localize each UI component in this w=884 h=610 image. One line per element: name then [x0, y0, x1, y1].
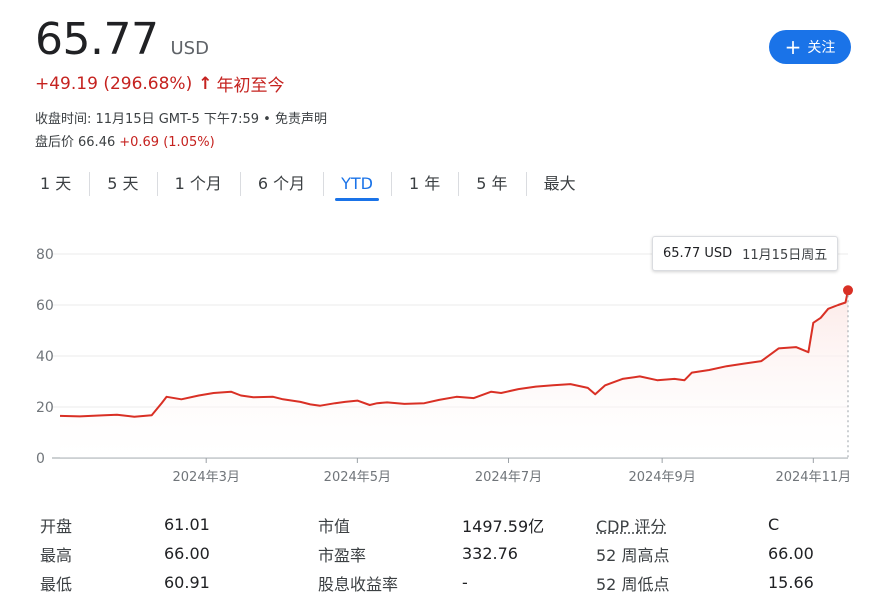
stat-label-low: 最低	[40, 574, 73, 594]
y-tick-label: 0	[36, 451, 45, 467]
tooltip-date: 11月15日周五	[742, 248, 828, 263]
x-tick-label: 2024年3月	[173, 470, 240, 485]
stat-value-market-cap: 1497.59亿	[462, 516, 545, 536]
price-header: 65.77 USD	[35, 14, 209, 65]
price-area-fill	[60, 290, 848, 458]
x-tick-label: 2024年5月	[324, 470, 391, 485]
tab-1y[interactable]: 1 年	[391, 169, 458, 199]
stat-label-52w-high: 52 周高点	[596, 545, 670, 565]
plus-icon: +	[784, 35, 802, 59]
x-tick-label: 2024年9月	[628, 470, 695, 485]
tab-ytd[interactable]: YTD	[323, 169, 391, 201]
chart-tooltip: 65.77 USD 11月15日周五	[652, 236, 839, 271]
stat-value-open: 61.01	[164, 515, 210, 534]
y-tick-label: 40	[36, 349, 54, 365]
y-tick-label: 20	[36, 400, 54, 416]
key-stats-table: 开盘 61.01 市值 1497.59亿 CDP 评分 C 最高 66.00 市…	[40, 510, 860, 597]
stat-label-high: 最高	[40, 545, 73, 565]
stat-value-high: 66.00	[164, 544, 210, 563]
tab-1m[interactable]: 1 个月	[156, 169, 240, 199]
change-period: 年初至今	[216, 76, 285, 96]
x-tick-label: 2024年7月	[475, 470, 542, 485]
stat-value-pe-ratio: 332.76	[462, 544, 518, 563]
stats-row: 开盘 61.01 市值 1497.59亿 CDP 评分 C	[40, 510, 860, 539]
stats-row: 最低 60.91 股息收益率 - 52 周低点 15.66	[40, 568, 860, 597]
stat-label-52w-low: 52 周低点	[596, 574, 670, 594]
price-change: +49.19 (296.68%) ↑ 年初至今	[35, 71, 285, 97]
stat-label-market-cap: 市值	[318, 516, 351, 536]
stat-label-cdp-score[interactable]: CDP 评分	[596, 513, 768, 537]
y-tick-label: 80	[36, 247, 54, 263]
stat-label-pe-ratio: 市盈率	[318, 545, 367, 565]
stat-value-cdp-score: C	[768, 515, 780, 534]
stat-label-open: 开盘	[40, 516, 73, 536]
after-hours-change: +0.69 (1.05%)	[119, 135, 215, 150]
follow-button-label: 关注	[807, 40, 836, 56]
current-price: 65.77	[35, 14, 159, 65]
tab-5d[interactable]: 5 天	[89, 169, 156, 199]
follow-button[interactable]: + 关注	[769, 30, 851, 64]
change-value: +49.19 (296.68%)	[35, 73, 193, 94]
stats-row: 最高 66.00 市盈率 332.76 52 周高点 66.00	[40, 539, 860, 568]
after-hours-row: 盘后价 66.46 +0.69 (1.05%)	[35, 131, 215, 150]
after-hours-label: 盘后价	[35, 135, 75, 150]
currency-label: USD	[170, 38, 209, 59]
stat-value-52w-low: 15.66	[768, 573, 814, 592]
after-hours-price: 66.46	[78, 135, 116, 150]
stat-label-dividend-yield: 股息收益率	[318, 574, 399, 594]
last-price-dot	[843, 285, 853, 296]
stat-value-low: 60.91	[164, 573, 210, 592]
range-tabs: 1 天 5 天 1 个月 6 个月 YTD 1 年 5 年 最大	[22, 166, 594, 202]
y-tick-label: 60	[36, 298, 54, 314]
tooltip-value: 65.77 USD	[663, 246, 733, 261]
close-time-disclaimer: 收盘时间: 11月15日 GMT-5 下午7:59 • 免责声明	[35, 112, 327, 127]
tab-6m[interactable]: 6 个月	[239, 169, 323, 199]
stat-value-dividend-yield: -	[462, 573, 468, 592]
tab-max[interactable]: 最大	[525, 169, 594, 199]
tab-5y[interactable]: 5 年	[458, 169, 525, 199]
tab-1d[interactable]: 1 天	[22, 169, 89, 199]
x-tick-label: 2024年11月	[775, 470, 851, 485]
stat-value-52w-high: 66.00	[768, 544, 814, 563]
arrow-up-icon: ↑	[198, 73, 213, 94]
